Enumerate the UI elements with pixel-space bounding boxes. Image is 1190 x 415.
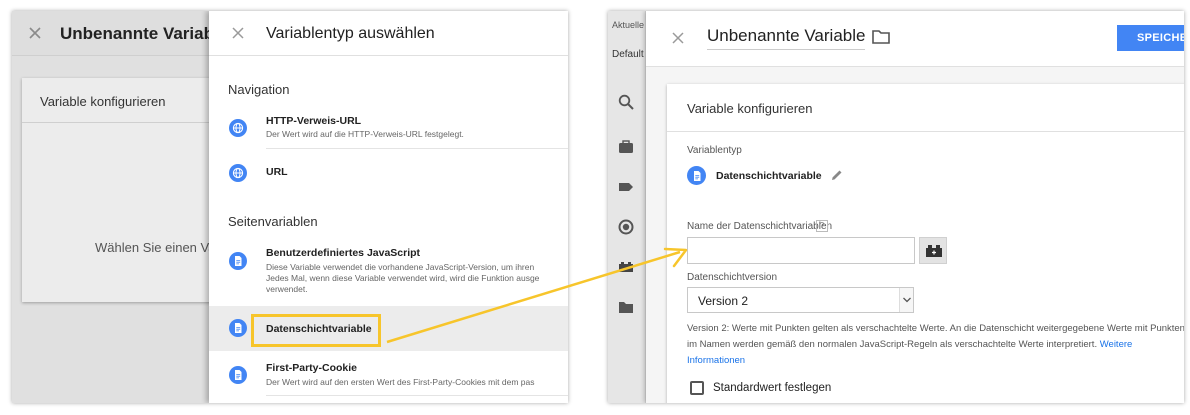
window-title: Unbenannte Variable [60,24,229,43]
version-help-text: Version 2: Werte mit Punkten gelten als … [687,321,1184,369]
folder-icon[interactable] [871,28,891,46]
highlight-box [251,314,381,347]
tab-current[interactable]: Aktuelle [612,20,644,30]
search-icon[interactable] [617,93,635,111]
editor-header: Unbenannte Variable SPEICHE [646,11,1184,67]
divider [266,395,568,396]
pencil-icon[interactable] [830,168,844,182]
close-icon[interactable] [24,22,46,44]
variable-editor: Unbenannte Variable SPEICHE Variable kon… [646,11,1184,403]
type-item-description: Der Wert wird auf die HTTP-Verweis-URL f… [266,129,464,139]
type-item-custom-javascript[interactable]: Benutzerdefiniertes JavaScript Diese Var… [209,243,568,305]
globe-icon [229,164,247,182]
tab-default[interactable]: Default [612,49,644,60]
type-item-name: HTTP-Verweis-URL [266,115,362,127]
default-value-label: Standardwert festlegen [713,382,832,394]
briefcase-icon[interactable] [617,138,635,156]
section-heading-navigation: Navigation [228,82,290,97]
trigger-icon[interactable] [617,218,635,236]
type-item-description: Jedes Mal, wenn diese Variable verwendet… [266,273,540,283]
insert-variable-button[interactable] [919,237,947,264]
variable-brick-icon[interactable] [617,258,635,276]
type-item-http-referrer[interactable]: HTTP-Verweis-URL Der Wert wird auf die H… [209,111,568,156]
chevron-down-icon[interactable] [899,288,913,312]
divider [266,148,568,149]
document-icon [229,319,247,337]
variable-brick-icon [926,245,942,257]
left-screenshot: Unbenannte Variable Variable konfigurier… [12,11,568,403]
section-heading-page-variables: Seitenvariablen [228,214,318,229]
variable-title[interactable]: Unbenannte Variable [707,26,866,50]
close-icon[interactable] [668,28,688,48]
document-icon [229,252,247,270]
variable-type-value: Datenschichtvariable [716,170,822,182]
panel-header: Variablentyp auswählen [209,11,568,56]
name-label: Name der Datenschichtvariablen [687,221,833,232]
help-icon[interactable]: ? [816,220,828,232]
type-item-name: First-Party-Cookie [266,362,358,374]
tag-icon[interactable] [617,178,635,196]
globe-icon [229,119,247,137]
type-item-description: verwendet. [266,284,308,294]
document-icon [229,366,247,384]
save-button[interactable]: SPEICHE [1117,25,1184,51]
version-select[interactable]: Version 2 [687,287,914,313]
variable-type-panel: Variablentyp auswählen Navigation HTTP-V… [209,11,568,403]
close-icon[interactable] [228,23,248,43]
background-sidebar: Aktuelle Default [608,11,646,403]
type-item-description: Diese Variable verwendet die vorhandene … [266,262,535,272]
variable-config-card: Variable konfigurieren Variablentyp Date… [667,84,1184,403]
panel-title: Variablentyp auswählen [266,25,435,42]
type-item-name: URL [266,166,288,178]
type-label: Variablentyp [687,145,742,156]
version-label: Datenschichtversion [687,272,778,283]
right-screenshot: Aktuelle Default Unbenannte Variable SPE… [608,11,1184,403]
type-item-description: Der Wert wird auf den ersten Wert des Fi… [266,377,535,387]
folder-icon[interactable] [617,298,635,316]
version-selected-value: Version 2 [698,294,749,308]
type-item-name: Benutzerdefiniertes JavaScript [266,247,421,259]
choose-type-message: Wählen Sie einen Vari [95,240,223,255]
document-icon [687,166,706,185]
type-item-url[interactable]: URL [209,157,568,197]
type-item-first-party-cookie[interactable]: First-Party-Cookie Der Wert wird auf den… [209,352,568,403]
default-value-checkbox[interactable] [690,381,704,395]
card-header: Variable konfigurieren [667,84,1184,132]
data-layer-name-input[interactable] [687,237,915,264]
